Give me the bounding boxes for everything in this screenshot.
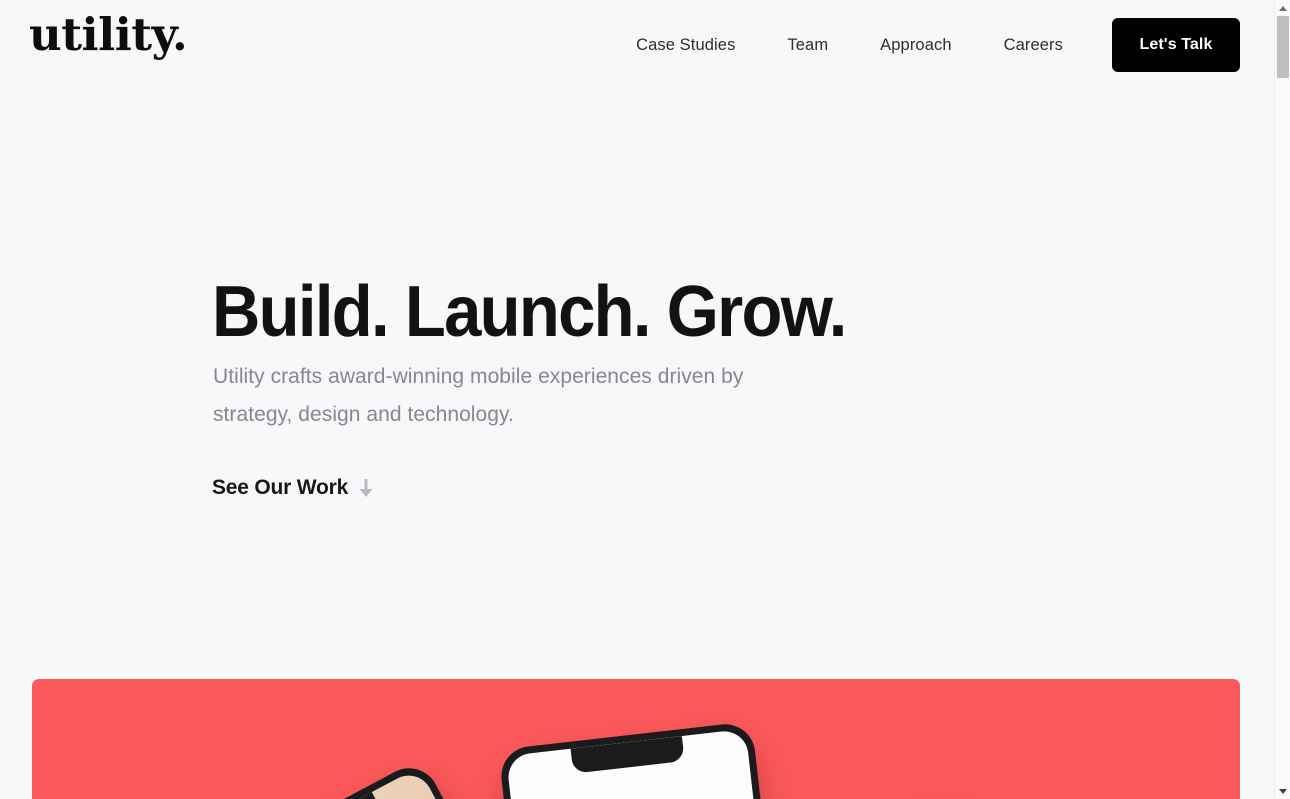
scroll-down-arrow-icon[interactable] [1275, 783, 1290, 799]
site-header: utility. Case Studies Team Approach Care… [0, 0, 1274, 90]
scroll-up-arrow-icon[interactable] [1275, 0, 1290, 16]
page-viewport: utility. Case Studies Team Approach Care… [0, 0, 1274, 799]
nav-item-approach[interactable]: Approach [854, 18, 977, 72]
nav-item-case-studies[interactable]: Case Studies [636, 18, 761, 72]
arrow-down-icon [358, 478, 374, 498]
phone-notch [570, 736, 685, 774]
lets-talk-button[interactable]: Let's Talk [1112, 18, 1240, 72]
hero-subheadline: Utility crafts award-winning mobile expe… [213, 365, 744, 426]
phone-mockup-right [751, 790, 1141, 799]
vertical-scrollbar[interactable] [1274, 0, 1290, 799]
phone-screen-center: Log In [505, 728, 798, 799]
site-logo[interactable]: utility. [29, 12, 188, 57]
phone-mockup-center: Log In [498, 721, 805, 799]
hero-headline: Build. Launch. Grow. [212, 272, 847, 352]
main-navigation: Case Studies Team Approach Careers Let's… [636, 18, 1240, 72]
showcase-card[interactable]: Log In [32, 679, 1240, 799]
nav-item-careers[interactable]: Careers [978, 18, 1089, 72]
see-our-work-label: See Our Work [212, 476, 349, 499]
phone-notch [272, 792, 384, 799]
scrollbar-thumb[interactable] [1277, 16, 1289, 78]
nav-item-team[interactable]: Team [761, 18, 854, 72]
see-our-work-link[interactable]: See Our Work [212, 476, 374, 500]
